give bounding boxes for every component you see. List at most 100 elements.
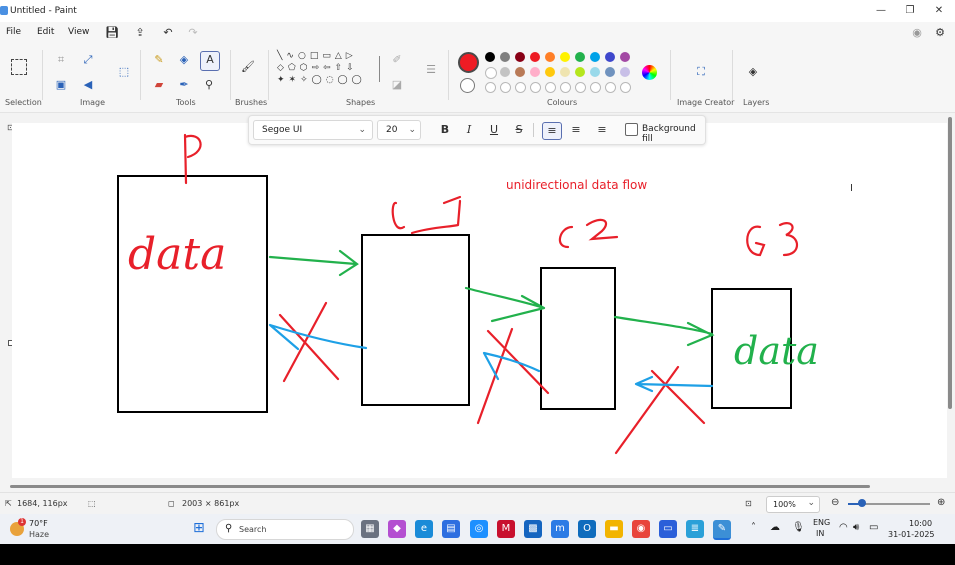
custom-colour-slot[interactable] [485, 82, 496, 93]
font-size-dropdown[interactable]: 20 ⌄ [377, 120, 421, 140]
selection-rectangle-icon[interactable] [11, 59, 27, 75]
rotate-icon[interactable]: ◀ [80, 77, 96, 93]
align-right-icon[interactable]: ≡ [593, 122, 611, 138]
zoom-app-icon[interactable]: ▭ [659, 520, 677, 538]
clock-time[interactable]: 10:00 [909, 519, 932, 528]
fit-to-window-icon[interactable]: ⊡ [745, 499, 752, 508]
minimize-button[interactable]: — [866, 3, 896, 19]
onedrive-icon[interactable]: ☁ [770, 522, 780, 533]
horizontal-scrollbar[interactable] [10, 485, 870, 488]
color-picker-icon[interactable]: ✒ [176, 77, 192, 93]
paint-taskbar-icon[interactable]: ✎ [713, 520, 731, 540]
custom-colour-slot[interactable] [605, 82, 616, 93]
text-tool-icon[interactable]: A [200, 51, 220, 71]
crop-icon[interactable]: ⌗ [53, 52, 69, 68]
vertical-scrollbar[interactable] [948, 117, 952, 409]
mcafee-icon[interactable]: M [497, 520, 515, 538]
image-creator-icon[interactable]: ⛶ [693, 64, 709, 80]
palette-swatch[interactable] [575, 67, 585, 77]
palette-swatch[interactable] [560, 52, 570, 62]
select-image-icon[interactable]: ▣ [53, 77, 69, 93]
menu-edit[interactable]: Edit [37, 27, 54, 37]
copilot-icon[interactable]: ◆ [388, 520, 406, 538]
palette-swatch[interactable] [515, 67, 525, 77]
background-removal-icon[interactable]: ⬚ [116, 64, 132, 80]
share-icon[interactable]: ⇪ [132, 25, 148, 41]
zoom-dropdown[interactable]: 100% ⌄ [766, 496, 820, 513]
notepad-icon[interactable]: ≣ [686, 520, 704, 538]
shape-fill-icon[interactable]: ◪ [389, 77, 405, 93]
background-fill-checkbox[interactable] [625, 123, 638, 136]
clock-date[interactable]: 31-01-2025 [888, 530, 935, 539]
palette-swatch[interactable] [500, 52, 510, 62]
palette-swatch[interactable] [560, 67, 570, 77]
volume-icon[interactable]: 🔊︎ [853, 522, 859, 533]
custom-colour-slot[interactable] [620, 82, 631, 93]
custom-colour-slot[interactable] [575, 82, 586, 93]
palette-swatch[interactable] [620, 67, 630, 77]
zoom-slider[interactable] [848, 499, 930, 507]
palette-swatch[interactable] [590, 67, 600, 77]
zoom-slider-thumb[interactable] [858, 499, 866, 507]
outlook-icon[interactable]: O [578, 520, 596, 538]
palette-swatch[interactable] [605, 67, 615, 77]
underline-button[interactable]: U [485, 122, 503, 138]
palette-swatch[interactable] [575, 52, 585, 62]
palette-swatch[interactable] [545, 67, 555, 77]
size-icon[interactable]: ☰ [423, 62, 439, 78]
palette-swatch[interactable] [530, 52, 540, 62]
save-icon[interactable]: 💾︎ [104, 25, 120, 41]
zoom-in-icon[interactable]: ⊕ [937, 497, 945, 508]
italic-button[interactable]: I [460, 122, 478, 138]
custom-colour-slot[interactable] [560, 82, 571, 93]
account-icon[interactable]: ◉ [909, 25, 925, 41]
microphone-icon[interactable]: 🎙︎ [792, 522, 805, 533]
resize-icon[interactable]: ⤢ [80, 52, 96, 68]
pencil-icon[interactable]: ✎ [151, 52, 167, 68]
align-left-icon[interactable]: ≡ [542, 122, 562, 140]
taskbar-search-box[interactable]: ⚲ Search [216, 519, 354, 540]
palette-swatch[interactable] [515, 52, 525, 62]
windows-start-icon[interactable]: ⊞ [193, 521, 208, 536]
app-icon[interactable]: ▩ [524, 520, 542, 538]
palette-swatch[interactable] [500, 67, 510, 77]
palette-swatch[interactable] [620, 52, 630, 62]
align-center-icon[interactable]: ≡ [567, 122, 585, 138]
secondary-color-swatch[interactable] [460, 78, 475, 93]
font-family-dropdown[interactable]: Segoe UI ⌄ [253, 120, 373, 140]
chrome-icon[interactable]: ◉ [632, 520, 650, 538]
close-button[interactable]: ✕ [924, 3, 954, 19]
palette-swatch[interactable] [605, 52, 615, 62]
palette-swatch[interactable] [485, 67, 497, 79]
task-view-icon[interactable]: ▦ [361, 520, 379, 538]
layers-icon[interactable]: ◈ [745, 64, 761, 80]
palette-swatch[interactable] [485, 52, 495, 62]
chrome-alt-icon[interactable]: ◎ [470, 520, 488, 538]
language-2[interactable]: IN [816, 529, 824, 538]
primary-color-swatch[interactable] [458, 52, 479, 73]
custom-colour-slot[interactable] [515, 82, 526, 93]
edit-colours-icon[interactable] [642, 65, 657, 80]
magnifier-icon[interactable]: ⚲ [201, 77, 217, 93]
palette-swatch[interactable] [590, 52, 600, 62]
strikethrough-button[interactable]: S [510, 122, 528, 138]
settings-gear-icon[interactable]: ⚙ [932, 25, 948, 41]
myapp-icon[interactable]: m [551, 520, 569, 538]
file-explorer-icon[interactable]: ▬ [605, 520, 623, 538]
wifi-icon[interactable]: ◠ [839, 522, 848, 533]
battery-icon[interactable]: ▭ [869, 522, 878, 533]
undo-icon[interactable]: ↶ [160, 25, 176, 41]
custom-colour-slot[interactable] [530, 82, 541, 93]
zoom-out-icon[interactable]: ⊖ [831, 497, 839, 508]
bold-button[interactable]: B [436, 122, 454, 138]
menu-view[interactable]: View [68, 27, 89, 37]
tray-chevron-up-icon[interactable]: ˄ [751, 522, 756, 533]
custom-colour-slot[interactable] [545, 82, 556, 93]
maximize-button[interactable]: ❐ [895, 3, 925, 19]
drawing-canvas[interactable]: data data unidirectional data flow I [12, 123, 947, 478]
edge-browser-icon[interactable]: e [415, 520, 433, 538]
brush-icon[interactable]: 🖌︎ [240, 59, 256, 75]
store-icon[interactable]: ▤ [442, 520, 460, 538]
shapes-gallery[interactable]: ╲∿○□▭△▷ ◇⬠⬡⇨⇦⇧⇩ ✦✶✧◯◌◯◯ [277, 50, 377, 98]
redo-icon[interactable]: ↷ [185, 25, 201, 41]
